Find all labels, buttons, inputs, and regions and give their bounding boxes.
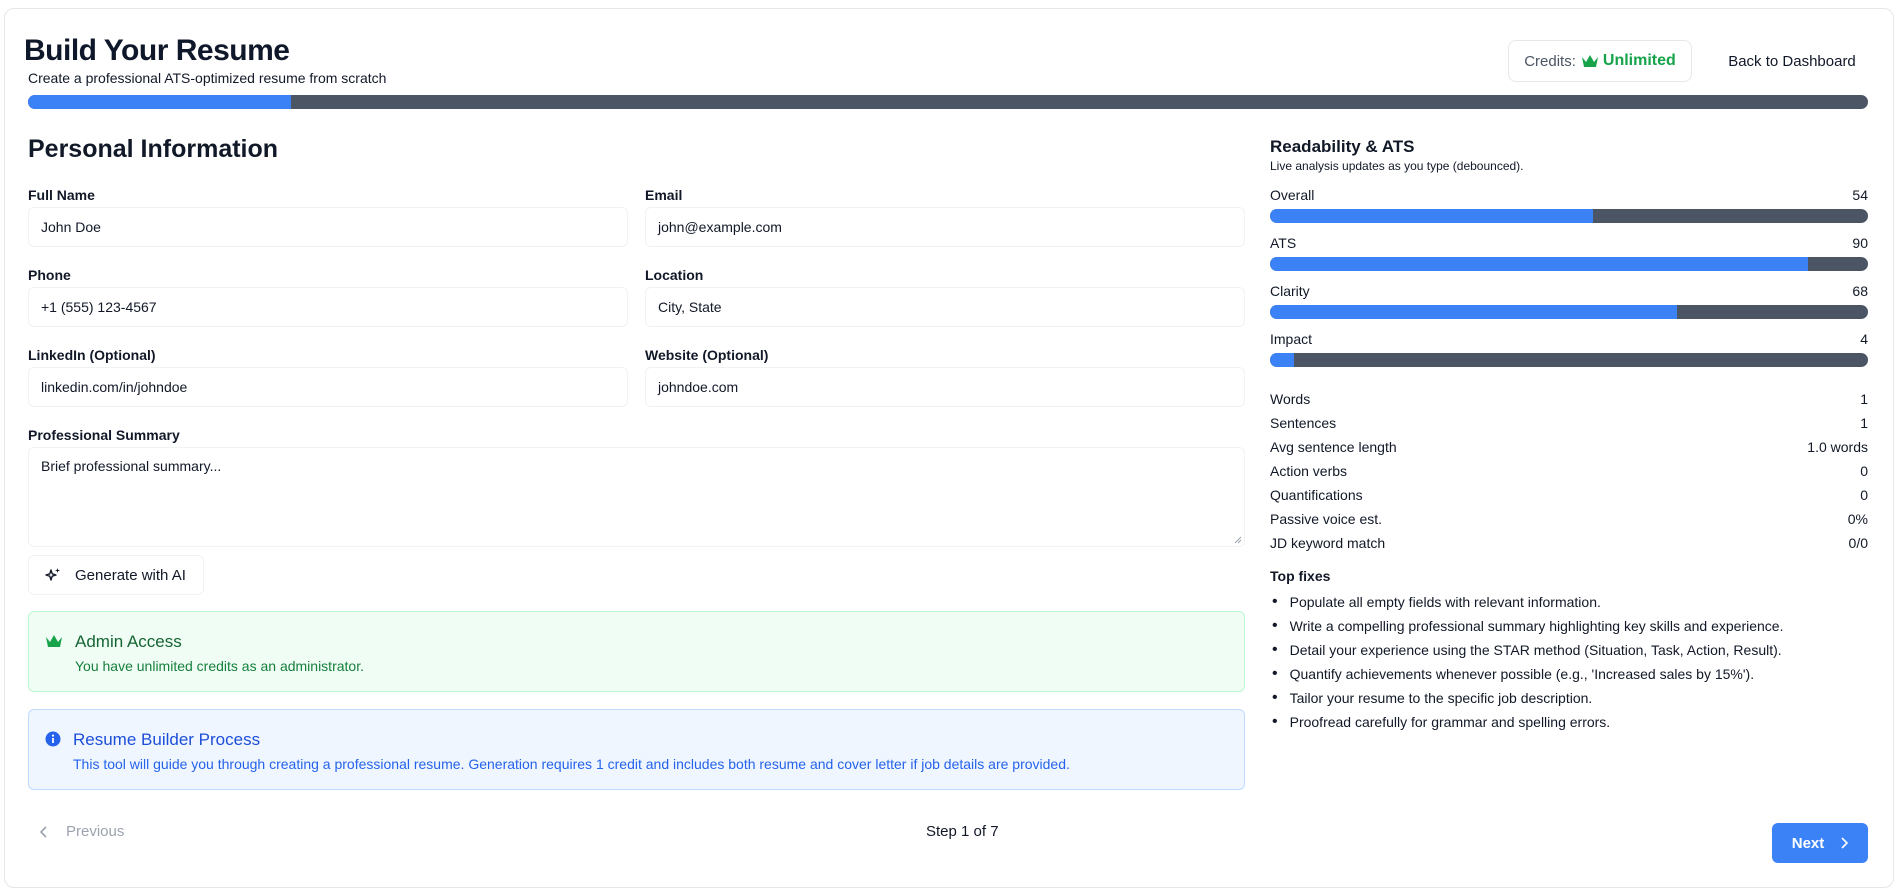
- metric-bar: [1270, 209, 1868, 223]
- linkedin-label: LinkedIn (Optional): [28, 347, 156, 363]
- info-icon: [45, 731, 61, 747]
- section-title: Personal Information: [28, 135, 279, 163]
- stat-label: Action verbs: [1270, 463, 1348, 479]
- stat-label: Sentences: [1270, 415, 1337, 431]
- website-label: Website (Optional): [645, 347, 769, 363]
- stat-label: Quantifications: [1270, 487, 1363, 503]
- metric-impact: Impact 4: [1270, 331, 1868, 367]
- metric-label: Clarity: [1270, 283, 1310, 299]
- metric-bar: [1270, 305, 1868, 319]
- back-to-dashboard-button[interactable]: Back to Dashboard: [1716, 40, 1868, 82]
- step-progress-bar: [28, 95, 1868, 109]
- stat-row: Passive voice est. 0%: [1270, 507, 1868, 531]
- stat-value: 1: [1860, 415, 1868, 431]
- fix-item: Quantify achievements whenever possible …: [1270, 662, 1868, 686]
- analysis-stats: Words 1 Sentences 1 Avg sentence length 1.0…: [1270, 387, 1868, 555]
- metric-value: 90: [1852, 235, 1868, 251]
- stat-value: 1.0 words: [1807, 439, 1868, 455]
- stat-row: Avg sentence length 1.0 words: [1270, 435, 1868, 459]
- process-info-body: This tool will guide you through creatin…: [73, 756, 1070, 772]
- crown-icon: [1581, 55, 1598, 67]
- metric-bar: [1270, 353, 1868, 367]
- stat-value: 0: [1860, 487, 1868, 503]
- analysis-title: Readability & ATS: [1270, 137, 1415, 156]
- chevron-right-icon: [1841, 837, 1849, 849]
- stat-value: 0%: [1847, 511, 1868, 527]
- sparkles-icon: [45, 568, 60, 581]
- stat-value: 1: [1860, 391, 1868, 407]
- website-input[interactable]: johndoe.com: [645, 367, 1245, 407]
- generate-with-ai-label: Generate with AI: [75, 566, 186, 584]
- top-fixes-title: Top fixes: [1270, 568, 1331, 584]
- stat-row: Action verbs 0: [1270, 459, 1868, 483]
- phone-label: Phone: [28, 267, 71, 283]
- fix-item: Detail your experience using the STAR me…: [1270, 638, 1868, 662]
- email-input[interactable]: john@example.com: [645, 207, 1245, 247]
- credits-label: Credits:: [1524, 52, 1576, 70]
- previous-label: Previous: [66, 823, 125, 840]
- stat-row: Words 1: [1270, 387, 1868, 411]
- metric-ats: ATS 90: [1270, 235, 1868, 271]
- fix-item: Proofread carefully for grammar and spel…: [1270, 710, 1868, 734]
- stat-label: JD keyword match: [1270, 535, 1386, 551]
- admin-access-body: You have unlimited credits as an adminis…: [75, 658, 364, 674]
- metric-bar-fill: [1270, 209, 1593, 223]
- stat-value: 0: [1860, 463, 1868, 479]
- fix-item: Populate all empty fields with relevant …: [1270, 590, 1868, 614]
- admin-access-title: Admin Access: [75, 632, 182, 651]
- metric-bar-fill: [1270, 257, 1809, 271]
- metric-bar-fill: [1270, 353, 1294, 367]
- page-title: Build Your Resume: [24, 34, 290, 67]
- page-subtitle: Create a professional ATS-optimized resu…: [28, 70, 387, 86]
- stat-row: JD keyword match 0/0: [1270, 531, 1868, 555]
- fix-item: Write a compelling professional summary …: [1270, 614, 1868, 638]
- stat-label: Words: [1270, 391, 1311, 407]
- stat-label: Avg sentence length: [1270, 439, 1397, 455]
- process-info-title: Resume Builder Process: [73, 730, 261, 749]
- full-name-input[interactable]: John Doe: [28, 207, 628, 247]
- location-input[interactable]: City, State: [645, 287, 1245, 327]
- metric-label: Overall: [1270, 187, 1315, 203]
- metric-value: 68: [1852, 283, 1868, 299]
- fix-item: Tailor your resume to the specific job d…: [1270, 686, 1868, 710]
- summary-textarea[interactable]: Brief professional summary...: [28, 447, 1245, 547]
- location-label: Location: [645, 267, 704, 283]
- next-label: Next: [1791, 834, 1825, 852]
- metric-label: ATS: [1270, 235, 1297, 251]
- metric-value: 4: [1860, 331, 1868, 347]
- crown-icon: [46, 635, 62, 647]
- resize-handle-icon[interactable]: [1234, 536, 1242, 544]
- summary-label: Professional Summary: [28, 427, 180, 443]
- summary-text: Brief professional summary...: [41, 458, 222, 474]
- next-button[interactable]: Next: [1772, 823, 1868, 863]
- process-info-alert: Resume Builder Process This tool will gu…: [28, 709, 1245, 790]
- full-name-label: Full Name: [28, 187, 95, 203]
- metric-overall: Overall 54: [1270, 187, 1868, 223]
- metric-label: Impact: [1270, 331, 1313, 347]
- analysis-subtitle: Live analysis updates as you type (debou…: [1270, 159, 1524, 173]
- step-progress-fill: [28, 95, 292, 109]
- linkedin-input[interactable]: linkedin.com/in/johndoe: [28, 367, 628, 407]
- phone-input[interactable]: +1 (555) 123-4567: [28, 287, 628, 327]
- stat-label: Passive voice est.: [1270, 511, 1383, 527]
- stat-row: Quantifications 0: [1270, 483, 1868, 507]
- metric-clarity: Clarity 68: [1270, 283, 1868, 319]
- email-label: Email: [645, 187, 683, 203]
- top-fixes-list: Populate all empty fields with relevant …: [1270, 590, 1868, 734]
- credits-badge: Credits: Unlimited: [1508, 40, 1692, 82]
- credits-value: Unlimited: [1602, 52, 1676, 69]
- stat-row: Sentences 1: [1270, 411, 1868, 435]
- metric-bar: [1270, 257, 1868, 271]
- generate-with-ai-button[interactable]: Generate with AI: [28, 555, 204, 595]
- previous-button[interactable]: Previous: [40, 823, 124, 840]
- metric-bar-fill: [1270, 305, 1677, 319]
- metric-value: 54: [1852, 187, 1868, 203]
- step-indicator: Step 1 of 7: [926, 823, 999, 840]
- stat-value: 0/0: [1848, 535, 1868, 551]
- chevron-left-icon: [40, 825, 47, 838]
- admin-access-alert: Admin Access You have unlimited credits …: [28, 611, 1245, 692]
